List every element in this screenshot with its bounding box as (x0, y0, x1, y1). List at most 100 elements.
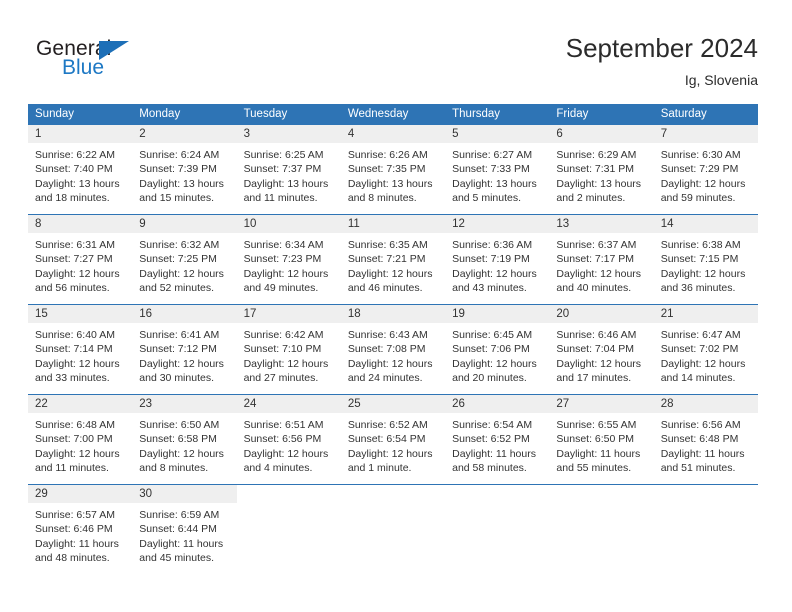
day-cell[interactable]: 3 Sunrise: 6:25 AM Sunset: 7:37 PM Daylight… (236, 125, 341, 214)
day-cell[interactable]: 21 Sunrise: 6:47 AM Sunset: 7:02 PM Dayligh… (653, 305, 758, 394)
day-cell[interactable]: 22 Sunrise: 6:48 AM Sunset: 7:00 PM Dayligh… (28, 395, 133, 484)
day-number: 30 (132, 485, 237, 503)
day-cell[interactable]: 30 Sunrise: 6:59 AM Sunset: 6:44 PM Dayligh… (132, 485, 237, 574)
day-cell[interactable]: 10 Sunrise: 6:34 AM Sunset: 7:23 PM Dayligh… (236, 215, 341, 304)
day-cell[interactable]: 1 Sunrise: 6:22 AM Sunset: 7:40 PM Daylight… (28, 125, 133, 214)
page-header: General Blue September 2024 Ig, Slovenia (0, 0, 792, 100)
day-cell[interactable]: 15 Sunrise: 6:40 AM Sunset: 7:14 PM Dayligh… (28, 305, 133, 394)
day-cell[interactable]: 13 Sunrise: 6:37 AM Sunset: 7:17 PM Dayligh… (549, 215, 654, 304)
day-number: 21 (653, 305, 758, 323)
daylight-text-line2: and 58 minutes. (452, 461, 527, 474)
sunset-text: Sunset: 7:00 PM (35, 433, 113, 446)
sunrise-text: Sunrise: 6:41 AM (139, 329, 220, 341)
day-details: Sunrise: 6:59 AM Sunset: 6:44 PM Daylight:… (132, 503, 236, 565)
day-cell[interactable]: 25 Sunrise: 6:52 AM Sunset: 6:54 PM Dayligh… (340, 395, 446, 484)
day-cell[interactable]: 23 Sunrise: 6:50 AM Sunset: 6:58 PM Dayligh… (132, 395, 237, 484)
daylight-text-line1: Daylight: 11 hours (660, 447, 745, 460)
day-details: Sunrise: 6:24 AM Sunset: 7:39 PM Daylight:… (132, 143, 236, 205)
day-cell[interactable]: 29 Sunrise: 6:57 AM Sunset: 6:46 PM Dayligh… (28, 485, 133, 574)
day-cell[interactable]: 12 Sunrise: 6:36 AM Sunset: 7:19 PM Dayligh… (445, 215, 550, 304)
day-cell[interactable]: 18 Sunrise: 6:43 AM Sunset: 7:08 PM Dayligh… (340, 305, 446, 394)
day-cell[interactable]: 6 Sunrise: 6:29 AM Sunset: 7:31 PM Daylight… (549, 125, 654, 214)
day-cell[interactable]: 7 Sunrise: 6:30 AM Sunset: 7:29 PM Daylight… (653, 125, 758, 214)
sunrise-text: Sunrise: 6:22 AM (35, 149, 115, 161)
day-cell[interactable]: 8 Sunrise: 6:31 AM Sunset: 7:27 PM Daylight… (28, 215, 133, 304)
weekday-header-sunday: Sunday (35, 108, 75, 120)
daylight-text-line2: and 52 minutes. (139, 281, 214, 294)
sunset-text: Sunset: 7:23 PM (243, 253, 322, 266)
day-cell[interactable]: 16 Sunrise: 6:41 AM Sunset: 7:12 PM Dayligh… (132, 305, 237, 394)
general-blue-logo: General Blue (36, 38, 236, 86)
sunrise-text: Sunrise: 6:42 AM (243, 329, 324, 341)
daylight-text-line1: Daylight: 12 hours (452, 267, 537, 280)
daylight-text-line1: Daylight: 13 hours (35, 177, 120, 190)
day-number: 18 (340, 305, 446, 323)
sunrise-text: Sunrise: 6:36 AM (452, 239, 533, 251)
sunrise-text: Sunrise: 6:52 AM (347, 419, 428, 431)
sunrise-text: Sunrise: 6:59 AM (139, 509, 220, 521)
day-number: 6 (549, 125, 654, 143)
day-details: Sunrise: 6:31 AM Sunset: 7:27 PM Daylight:… (28, 233, 132, 295)
daylight-text-line2: and 2 minutes. (556, 191, 626, 204)
day-details: Sunrise: 6:34 AM Sunset: 7:23 PM Daylight:… (237, 233, 341, 295)
weekday-header-row: Sunday Monday Tuesday Wednesday Thursday Frid… (28, 104, 758, 125)
day-cell[interactable]: 5 Sunrise: 6:27 AM Sunset: 7:33 PM Daylight… (445, 125, 550, 214)
sunrise-sunset-calendar: Sunday Monday Tuesday Wednesday Thursday Frid… (28, 104, 758, 574)
daylight-text-line2: and 27 minutes. (243, 371, 319, 384)
day-details: Sunrise: 6:25 AM Sunset: 7:37 PM Daylight:… (237, 143, 341, 205)
day-number: 8 (28, 215, 133, 233)
day-number: 4 (340, 125, 446, 143)
sunset-text: Sunset: 6:52 PM (452, 433, 530, 446)
day-cell[interactable]: 27 Sunrise: 6:55 AM Sunset: 6:50 PM Dayligh… (549, 395, 654, 484)
sunrise-text: Sunrise: 6:26 AM (347, 149, 428, 161)
day-cell[interactable]: 28 Sunrise: 6:56 AM Sunset: 6:48 PM Dayligh… (653, 395, 758, 484)
weekday-header-tuesday: Tuesday (243, 108, 288, 120)
sunrise-text: Sunrise: 6:30 AM (660, 149, 741, 161)
daylight-text-line1: Daylight: 12 hours (660, 357, 746, 370)
day-number (236, 485, 341, 503)
day-number: 16 (132, 305, 237, 323)
sunset-text: Sunset: 7:25 PM (139, 253, 217, 266)
daylight-text-line1: Daylight: 12 hours (35, 267, 120, 280)
sunset-text: Sunset: 7:35 PM (347, 163, 426, 176)
daylight-text-line2: and 11 minutes. (35, 461, 109, 474)
day-details: Sunrise: 6:36 AM Sunset: 7:19 PM Daylight:… (445, 233, 549, 295)
sunrise-text: Sunrise: 6:32 AM (139, 239, 220, 251)
daylight-text-line1: Daylight: 11 hours (35, 537, 119, 550)
daylight-text-line1: Daylight: 12 hours (139, 357, 224, 370)
day-cell[interactable]: 9 Sunrise: 6:32 AM Sunset: 7:25 PM Daylight… (132, 215, 237, 304)
daylight-text-line1: Daylight: 12 hours (347, 267, 433, 280)
day-cell[interactable]: 24 Sunrise: 6:51 AM Sunset: 6:56 PM Dayligh… (236, 395, 341, 484)
day-cell[interactable]: 4 Sunrise: 6:26 AM Sunset: 7:35 PM Daylight… (340, 125, 446, 214)
day-cell[interactable]: 2 Sunrise: 6:24 AM Sunset: 7:39 PM Daylight… (132, 125, 237, 214)
day-details: Sunrise: 6:43 AM Sunset: 7:08 PM Daylight:… (341, 323, 445, 385)
day-details: Sunrise: 6:41 AM Sunset: 7:12 PM Daylight:… (132, 323, 236, 385)
daylight-text-line2: and 43 minutes. (452, 281, 527, 294)
day-details: Sunrise: 6:26 AM Sunset: 7:35 PM Daylight:… (341, 143, 445, 205)
sunset-text: Sunset: 6:58 PM (139, 433, 217, 446)
day-number: 19 (445, 305, 550, 323)
day-cell[interactable]: 19 Sunrise: 6:45 AM Sunset: 7:06 PM Dayligh… (445, 305, 550, 394)
sunset-text: Sunset: 7:21 PM (347, 253, 426, 266)
day-number: 3 (236, 125, 341, 143)
sunrise-text: Sunrise: 6:25 AM (243, 149, 324, 161)
day-number: 27 (549, 395, 654, 413)
day-cell[interactable]: 17 Sunrise: 6:42 AM Sunset: 7:10 PM Dayligh… (236, 305, 341, 394)
day-number (653, 485, 758, 503)
day-cell[interactable]: 14 Sunrise: 6:38 AM Sunset: 7:15 PM Dayligh… (653, 215, 758, 304)
day-cell[interactable]: 20 Sunrise: 6:46 AM Sunset: 7:04 PM Dayligh… (549, 305, 654, 394)
day-number: 24 (236, 395, 341, 413)
day-details: Sunrise: 6:57 AM Sunset: 6:46 PM Daylight:… (28, 503, 132, 565)
weekday-header-monday: Monday (139, 108, 181, 120)
day-number: 11 (340, 215, 446, 233)
day-cell[interactable]: 11 Sunrise: 6:35 AM Sunset: 7:21 PM Dayligh… (340, 215, 446, 304)
day-number: 10 (236, 215, 341, 233)
day-details: Sunrise: 6:48 AM Sunset: 7:00 PM Daylight:… (28, 413, 132, 475)
daylight-text-line1: Daylight: 13 hours (139, 177, 224, 190)
daylight-text-line1: Daylight: 12 hours (139, 267, 224, 280)
day-cell[interactable]: 26 Sunrise: 6:54 AM Sunset: 6:52 PM Dayligh… (445, 395, 550, 484)
daylight-text-line2: and 56 minutes. (35, 281, 110, 294)
day-details: Sunrise: 6:42 AM Sunset: 7:10 PM Daylight:… (237, 323, 341, 385)
sunset-text: Sunset: 7:19 PM (452, 253, 530, 266)
daylight-text-line2: and 11 minutes. (243, 191, 318, 204)
